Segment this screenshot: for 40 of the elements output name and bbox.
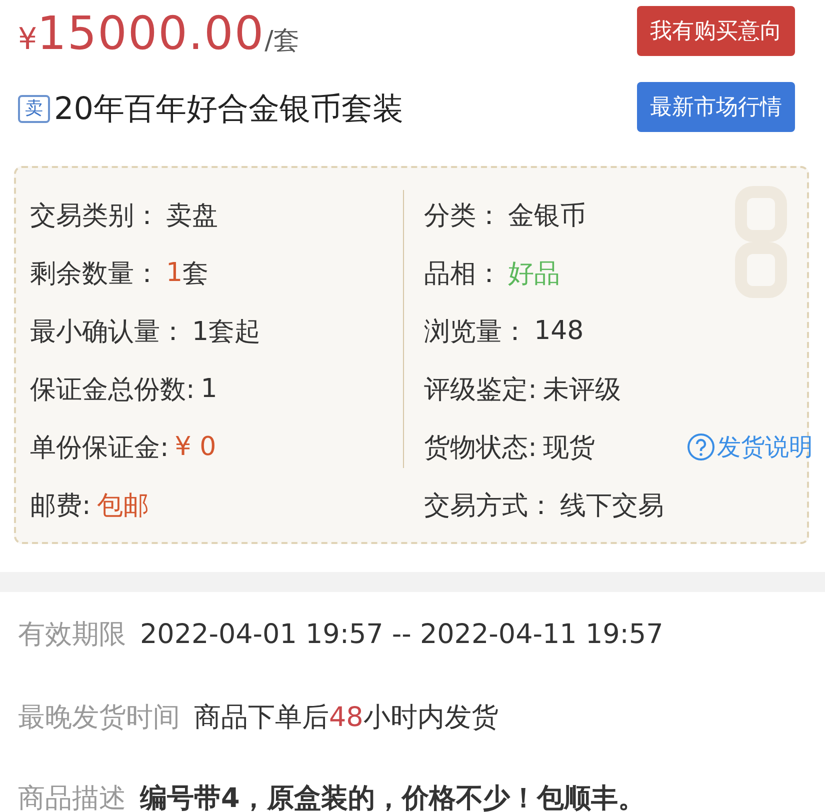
field-label: 评级鉴定: <box>424 374 537 406</box>
field-value: 未评级 <box>542 374 621 406</box>
field-label: 最小确认量： <box>30 316 186 348</box>
field-value: 1套起 <box>192 316 261 348</box>
field-label: 交易类别： <box>30 200 160 232</box>
field-value: 好品 <box>508 258 560 290</box>
field-unit: 套 <box>182 258 209 290</box>
action-button[interactable]: 最新市场行情 <box>637 82 795 132</box>
field-label: 交易方式： <box>424 490 554 522</box>
field-value: 1 <box>200 374 218 404</box>
field-value: 金银币 <box>508 200 586 232</box>
help-icon <box>687 433 715 461</box>
field-value: 1 <box>166 258 183 288</box>
field-value: 卖盘 <box>166 200 218 232</box>
product-title: 20年百年好合金银币套装 <box>54 90 404 129</box>
shipping-info-link[interactable]: 发货说明 <box>687 431 813 463</box>
field-label: 浏览量： <box>424 316 528 348</box>
action-button[interactable]: 我有购买意向 <box>637 6 795 56</box>
field-value: 包邮 <box>96 490 149 522</box>
info-label: 最晚发货时间 <box>18 700 180 734</box>
field-label: 分类： <box>424 200 502 232</box>
field-label: 单份保证金: <box>30 432 169 464</box>
info-label: 有效期限 <box>18 618 126 652</box>
info-label: 商品描述 <box>18 782 126 812</box>
info-text: 商品下单后48小时内发货 <box>194 700 498 734</box>
currency-sign: ¥ <box>18 22 38 57</box>
field-label: 剩余数量： <box>30 258 160 290</box>
sell-tag: 卖 <box>18 95 50 123</box>
price-unit: /套 <box>264 25 300 58</box>
field-label: 品相： <box>424 258 502 290</box>
field-label: 邮费: <box>30 490 91 522</box>
info-text: 编号带4，原盒装的，价格不少！包顺丰。 <box>140 782 645 812</box>
field-value: 现货 <box>542 432 595 464</box>
field-value: ¥ 0 <box>174 432 216 462</box>
field-value: 线下交易 <box>560 490 664 522</box>
price: 15000.00 <box>37 6 265 60</box>
field-label: 货物状态: <box>424 432 537 464</box>
field-value: 148 <box>534 316 584 346</box>
field-label: 保证金总份数: <box>30 374 195 406</box>
info-text: 2022-04-01 19:57 -- 2022-04-11 19:57 <box>140 618 664 650</box>
